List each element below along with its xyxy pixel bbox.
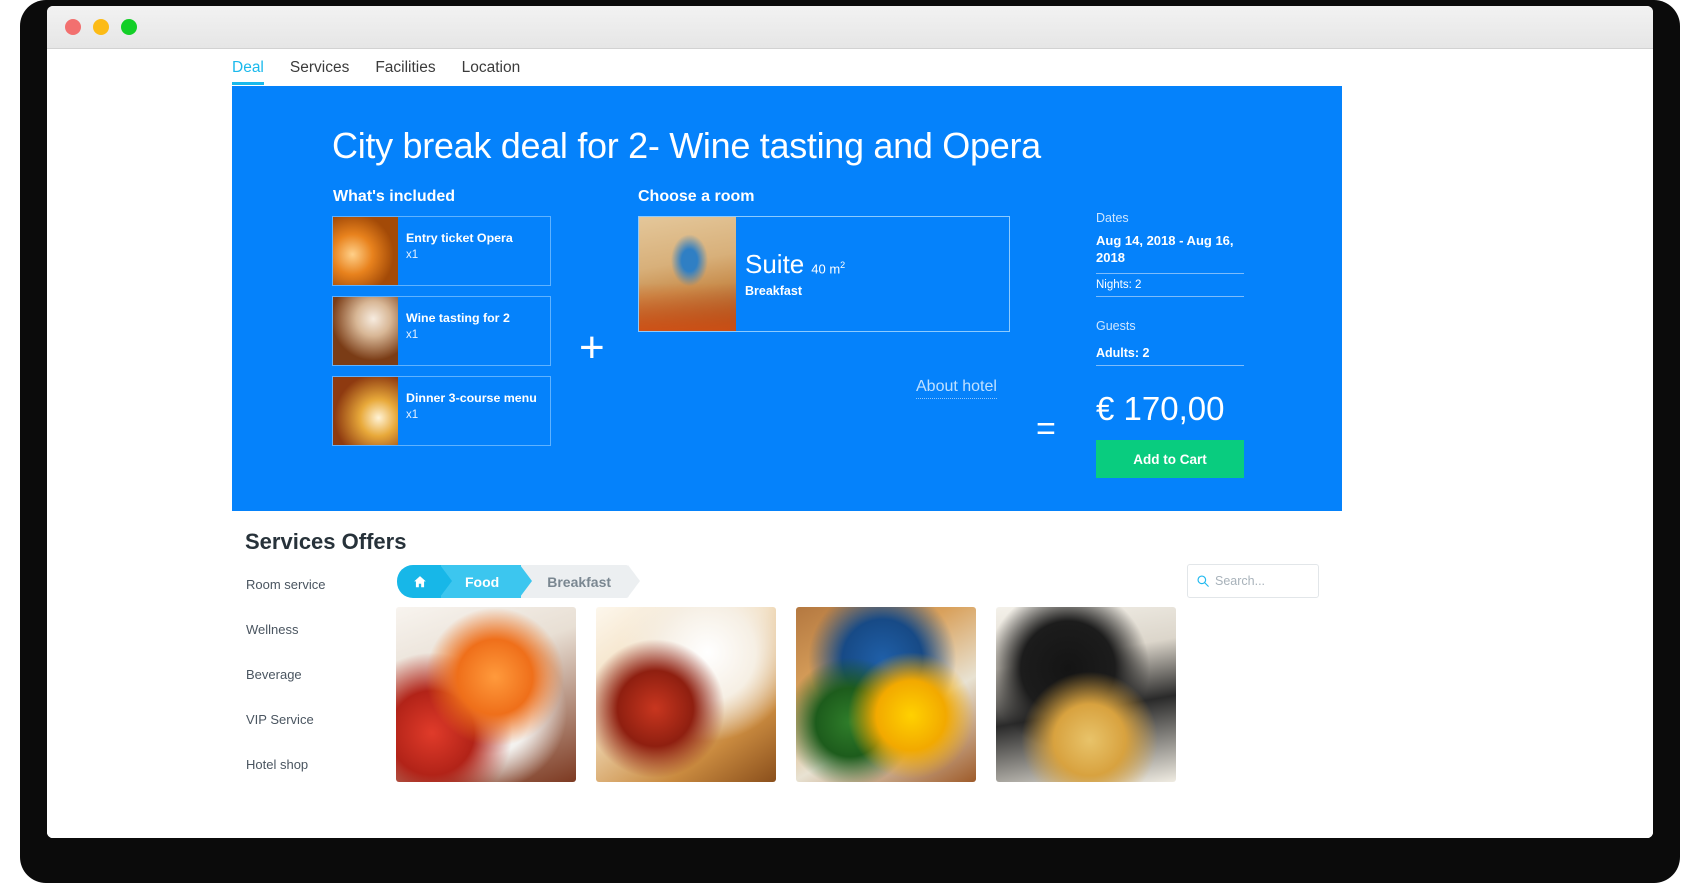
bottom-fade	[47, 820, 1653, 838]
traffic-lights	[65, 19, 137, 35]
guests-label: Guests	[1096, 318, 1136, 333]
plus-operator: +	[579, 323, 605, 372]
minimize-button[interactable]	[93, 19, 109, 35]
tab-location[interactable]: Location	[462, 49, 521, 77]
close-button[interactable]	[65, 19, 81, 35]
included-item-opera[interactable]: Entry ticket Opera x1	[332, 216, 551, 286]
included-item-qty: x1	[406, 328, 419, 341]
nights-value: Nights: 2	[1096, 272, 1244, 297]
room-meal-plan: Breakfast	[745, 284, 802, 298]
food-card-pancakes[interactable]	[996, 607, 1176, 782]
dates-label: Dates	[1096, 211, 1129, 225]
choose-room-heading: Choose a room	[638, 188, 755, 205]
summary-spacer	[1096, 297, 1244, 319]
deal-title: City break deal for 2- Wine tasting and …	[332, 125, 1041, 166]
dinner-thumbnail	[333, 377, 398, 445]
breadcrumb-home[interactable]	[397, 565, 452, 598]
room-name: Suite	[745, 249, 805, 279]
sidebar-item-room-service[interactable]: Room service	[246, 577, 386, 592]
services-category-sidebar: Room service Wellness Beverage VIP Servi…	[246, 577, 386, 802]
sidebar-item-vip-service[interactable]: VIP Service	[246, 712, 386, 727]
deal-panel: City break deal for 2- Wine tasting and …	[232, 86, 1342, 511]
included-item-name: Dinner 3-course menu	[406, 391, 537, 405]
device-screen: Deal Services Facilities Location City b…	[47, 6, 1653, 838]
included-heading: What's included	[333, 188, 456, 205]
included-item-name: Wine tasting for 2	[406, 311, 510, 325]
window-titlebar	[47, 6, 1653, 49]
search-icon	[1197, 575, 1209, 587]
food-offers-grid	[396, 607, 1176, 782]
sidebar-item-beverage[interactable]: Beverage	[246, 667, 386, 682]
included-item-text: Dinner 3-course menu x1	[398, 377, 550, 445]
tab-facilities[interactable]: Facilities	[375, 49, 435, 77]
included-item-qty: x1	[406, 408, 419, 421]
suite-thumbnail	[639, 217, 736, 331]
room-info: Suite 40 m2 Breakfast	[736, 217, 845, 331]
room-size: 40 m2	[811, 259, 846, 276]
dates-value: Aug 14, 2018 - Aug 16, 2018	[1096, 233, 1234, 265]
total-price: € 170,00	[1096, 390, 1225, 427]
app-content: Deal Services Facilities Location City b…	[47, 49, 1653, 838]
tab-deal[interactable]: Deal	[232, 49, 264, 85]
zoom-button[interactable]	[121, 19, 137, 35]
food-card-breakfast-table[interactable]	[596, 607, 776, 782]
device-frame: Deal Services Facilities Location City b…	[20, 0, 1680, 883]
opera-thumbnail	[333, 217, 398, 285]
breadcrumb-breakfast[interactable]: Breakfast	[521, 565, 640, 598]
search-input[interactable]	[1215, 574, 1310, 588]
breadcrumb: Food Breakfast	[397, 565, 640, 598]
included-item-wine[interactable]: Wine tasting for 2 x1	[332, 296, 551, 366]
about-hotel-link[interactable]: About hotel	[916, 378, 997, 399]
included-item-text: Entry ticket Opera x1	[398, 217, 550, 285]
sidebar-item-hotel-shop[interactable]: Hotel shop	[246, 757, 386, 772]
add-to-cart-button[interactable]: Add to Cart	[1096, 440, 1244, 478]
included-item-name: Entry ticket Opera	[406, 231, 513, 245]
included-item-text: Wine tasting for 2 x1	[398, 297, 550, 365]
sidebar-item-wellness[interactable]: Wellness	[246, 622, 386, 637]
food-card-eggs-dish[interactable]	[796, 607, 976, 782]
equals-operator: =	[1036, 410, 1056, 448]
breadcrumb-food[interactable]: Food	[441, 565, 533, 598]
included-item-qty: x1	[406, 248, 419, 261]
adults-value: Adults: 2	[1096, 341, 1244, 366]
home-icon	[414, 575, 426, 587]
wine-thumbnail	[333, 297, 398, 365]
food-card-fruit-bowl[interactable]	[396, 607, 576, 782]
tab-services[interactable]: Services	[290, 49, 349, 77]
top-navigation: Deal Services Facilities Location	[47, 49, 1653, 85]
room-card-suite[interactable]: Suite 40 m2 Breakfast	[638, 216, 1010, 332]
search-box[interactable]	[1187, 564, 1319, 598]
included-item-dinner[interactable]: Dinner 3-course menu x1	[332, 376, 551, 446]
booking-summary: Dates Aug 14, 2018 - Aug 16, 2018 Nights…	[1096, 211, 1244, 366]
services-offers-title: Services Offers	[245, 529, 407, 554]
included-items-list: Entry ticket Opera x1 Wine tasting for 2…	[332, 216, 551, 456]
